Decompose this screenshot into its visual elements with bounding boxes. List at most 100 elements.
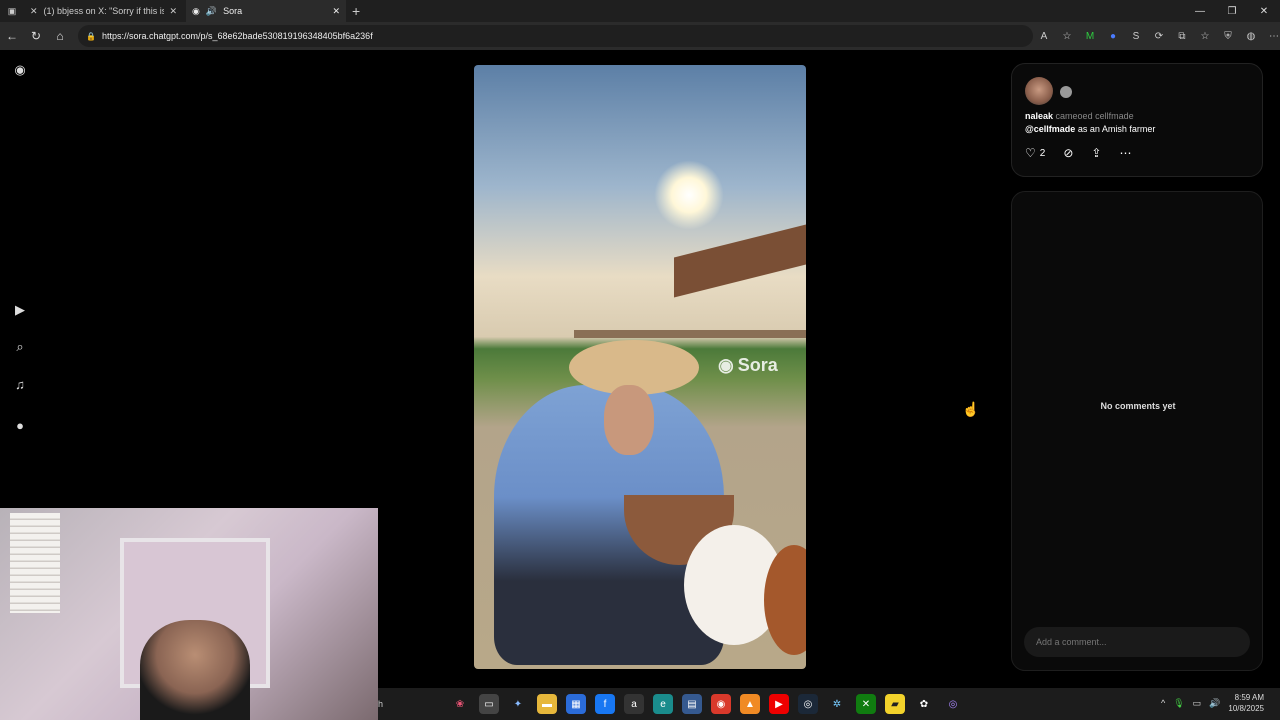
copilot-taskbar-icon[interactable]: ✦ (508, 694, 528, 714)
extension-blue-icon[interactable]: ● (1105, 28, 1121, 44)
calculator-icon[interactable]: ▤ (682, 694, 702, 714)
sora-logo-icon: ◉ (192, 5, 200, 16)
extension-m-icon[interactable]: M (1082, 28, 1098, 44)
tab-actions-button[interactable]: ▣ (0, 0, 24, 22)
like-count: 2 (1039, 147, 1046, 159)
chatgpt-icon[interactable]: ✿ (914, 694, 934, 714)
extension-refresh-icon[interactable]: ⟳ (1151, 28, 1167, 44)
caption-text: as an Amish farmer (1077, 124, 1156, 134)
sora-logo-icon: ◉ (718, 355, 734, 375)
author-name[interactable]: naleak (1025, 111, 1053, 121)
webcam-overlay (0, 508, 378, 720)
toolbar-extensions: A ☆ M ● S ⟳ ⧉ ☆ ⛨ ◍ ⋯ ✦ (1036, 22, 1280, 50)
xbox-icon[interactable]: ✕ (856, 694, 876, 714)
barn-roof (674, 222, 806, 298)
window-blinds (10, 513, 60, 613)
heart-icon: ♡ (1025, 146, 1036, 160)
profile-avatar[interactable]: ● (12, 417, 28, 433)
profile-avatar-icon[interactable]: ◍ (1243, 28, 1259, 44)
window-controls: — ❐ ✕ (1184, 0, 1280, 22)
speaker-icon[interactable]: 🔊 (206, 6, 217, 17)
store-icon[interactable]: ▦ (566, 694, 586, 714)
notifications-bell-icon[interactable]: ♫ (12, 376, 28, 392)
extension-s-icon[interactable]: S (1128, 28, 1144, 44)
taskbar-apps: ❀ ▭ ✦ ▬ ▦ f a e ▤ ◉ ▲ ▶ ◎ ✲ ✕ ▰ ✿ ◎ (450, 694, 963, 714)
hand-cursor-icon: ☝ (962, 401, 980, 417)
amazon-icon[interactable]: a (624, 694, 644, 714)
post-actions: ♡ 2 ⊘ ⇪ ⋯ (1025, 146, 1131, 160)
cameo-line: naleak cameoed cellfmade (1025, 111, 1134, 121)
facebook-icon[interactable]: f (595, 694, 615, 714)
more-options-icon[interactable]: ⋯ (1119, 146, 1131, 160)
like-button[interactable]: ♡ 2 (1025, 146, 1045, 160)
edge-icon[interactable]: e (653, 694, 673, 714)
sticky-notes-icon[interactable]: ▰ (885, 694, 905, 714)
browser-essentials-icon[interactable]: ⛨ (1220, 28, 1236, 44)
refresh-icon[interactable]: ↻ (24, 24, 48, 48)
favorite-star-icon[interactable]: ☆ (1059, 28, 1075, 44)
system-tray: ^ 🎙 ▭ 🔊 8:59 AM 10/8/2025 (1161, 692, 1264, 714)
taskbar-search-text: h (378, 699, 384, 709)
tab-x[interactable]: ✕ (1) bbjess on X: "Sorry if this is ou … (24, 0, 186, 22)
file-explorer-icon[interactable]: ▬ (537, 694, 557, 714)
app-circle-icon[interactable]: ◎ (943, 694, 963, 714)
feed-icon[interactable]: ▶ (12, 302, 28, 318)
post-caption: @cellfmade as an Amish farmer (1025, 124, 1155, 134)
fence (574, 330, 806, 338)
minimize-icon[interactable]: — (1184, 0, 1216, 22)
tab-sora-title: Sora (223, 6, 243, 16)
new-tab-button[interactable]: + (346, 0, 366, 22)
author-avatar[interactable] (1025, 77, 1053, 105)
watermark-text: Sora (737, 355, 778, 375)
volume-icon[interactable]: 🔊 (1209, 698, 1220, 709)
windows-taskbar: h ❀ ▭ ✦ ▬ ▦ f a e ▤ ◉ ▲ ▶ ◎ ✲ ✕ ▰ ✿ ◎ ^ … (378, 688, 1280, 720)
close-icon[interactable]: ✕ (332, 6, 340, 17)
remix-icon[interactable]: ⊘ (1063, 146, 1073, 160)
sun (654, 160, 724, 230)
tray-chevron-icon[interactable]: ^ (1161, 698, 1165, 708)
sora-home-logo-icon[interactable]: ◉ (12, 62, 28, 78)
cameo-avatar[interactable] (1060, 86, 1072, 98)
tab-sora[interactable]: ◉ 🔊 Sora ✕ (186, 0, 346, 22)
address-bar-row: ← ↻ ⌂ 🔒 https://sora.chatgpt.com/p/s_68e… (0, 22, 1280, 50)
youtube-icon[interactable]: ▶ (769, 694, 789, 714)
clock-time: 8:59 AM (1234, 693, 1264, 702)
back-icon[interactable]: ← (0, 24, 24, 48)
octopus-app-icon[interactable]: ❀ (450, 694, 470, 714)
comment-input[interactable] (1024, 627, 1250, 657)
close-icon[interactable]: ✕ (170, 6, 178, 17)
browser-tab-bar: ▣ ✕ (1) bbjess on X: "Sorry if this is o… (0, 0, 1280, 22)
tab-x-title: (1) bbjess on X: "Sorry if this is ou (43, 6, 164, 16)
favorites-icon[interactable]: ☆ (1197, 28, 1213, 44)
streamer (140, 620, 250, 720)
url-text: https://sora.chatgpt.com/p/s_68e62bade53… (101, 31, 373, 41)
x-logo-icon: ✕ (30, 5, 38, 16)
video-player[interactable]: ◉ Sora (474, 65, 806, 669)
clock-date: 10/8/2025 (1228, 704, 1264, 713)
split-screen-icon[interactable]: ⧉ (1174, 28, 1190, 44)
mention-link[interactable]: @cellfmade (1025, 124, 1075, 134)
home-icon[interactable]: ⌂ (48, 24, 72, 48)
cameo-text: cameoed cellfmade (1055, 111, 1134, 121)
vlc-icon[interactable]: ▲ (740, 694, 760, 714)
url-field[interactable]: 🔒 https://sora.chatgpt.com/p/s_68e62bade… (78, 25, 1033, 47)
comments-panel: No comments yet (1011, 191, 1263, 671)
chrome-icon[interactable]: ◉ (711, 694, 731, 714)
clock[interactable]: 8:59 AM 10/8/2025 (1228, 692, 1264, 714)
microphone-icon[interactable]: 🎙 (1173, 698, 1184, 709)
sora-watermark: ◉ Sora (718, 355, 778, 376)
settings-gear-icon[interactable]: ✲ (827, 694, 847, 714)
farmer-face (604, 385, 654, 455)
close-window-icon[interactable]: ✕ (1248, 0, 1280, 22)
task-view-icon[interactable]: ▭ (479, 694, 499, 714)
post-info-card: naleak cameoed cellfmade @cellfmade as a… (1011, 63, 1263, 177)
display-icon[interactable]: ▭ (1193, 698, 1202, 709)
search-icon[interactable]: ⌕ (12, 339, 28, 355)
read-aloud-icon[interactable]: A (1036, 28, 1052, 44)
steam-icon[interactable]: ◎ (798, 694, 818, 714)
no-comments-text: No comments yet (1100, 401, 1176, 411)
restore-icon[interactable]: ❐ (1216, 0, 1248, 22)
share-icon[interactable]: ⇪ (1091, 146, 1101, 160)
more-menu-icon[interactable]: ⋯ (1266, 28, 1280, 44)
lock-icon: 🔒 (86, 31, 96, 41)
